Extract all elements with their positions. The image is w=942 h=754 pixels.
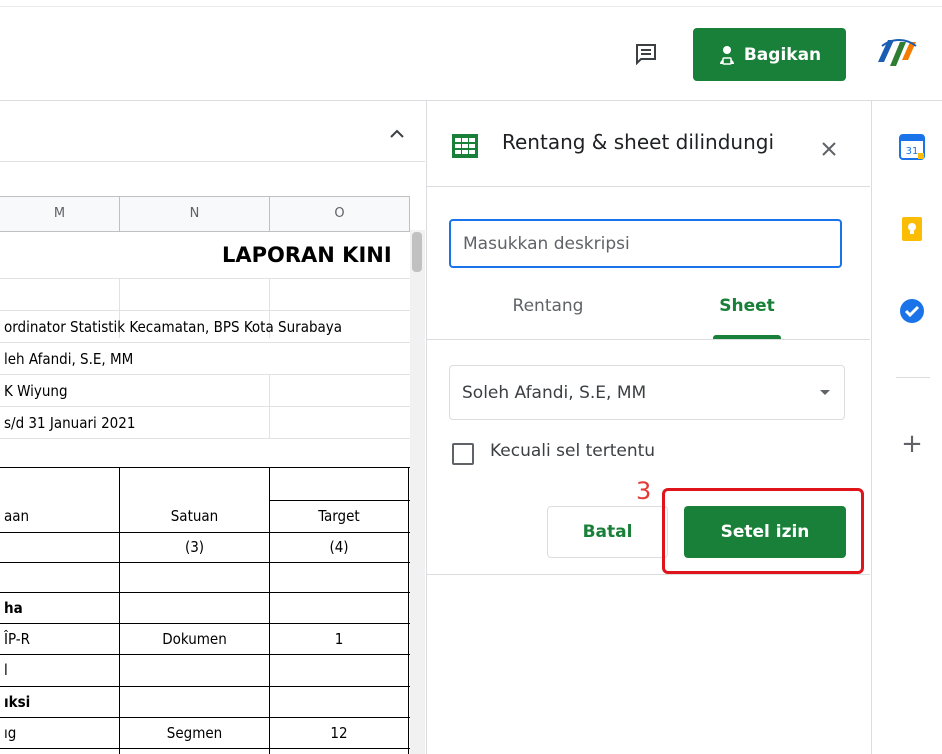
- tab-range[interactable]: Rentang: [468, 296, 628, 340]
- except-cells-checkbox[interactable]: [452, 443, 474, 465]
- description-input[interactable]: [449, 219, 842, 268]
- comment-history-button[interactable]: [630, 38, 662, 70]
- cell-header-unit[interactable]: Satuan: [120, 507, 269, 525]
- tasks-button[interactable]: [899, 298, 925, 324]
- cancel-button[interactable]: Batal: [547, 506, 668, 558]
- tasks-icon: [900, 299, 924, 323]
- cell-coordinator[interactable]: ordinator Statistik Kecamatan, BPS Kota …: [4, 318, 342, 336]
- calendar-button[interactable]: 31: [899, 134, 925, 160]
- rail-divider: [896, 377, 930, 378]
- column-header-o[interactable]: O: [270, 197, 410, 231]
- step-annotation-number: 3: [636, 477, 652, 505]
- cell-header-target[interactable]: Target: [270, 507, 408, 525]
- collapse-toolbar-button[interactable]: [384, 120, 410, 146]
- close-icon: [822, 142, 836, 156]
- bps-logo-icon: [878, 39, 917, 66]
- panel-title: Rentang & sheet dilindungi: [502, 130, 775, 154]
- share-button[interactable]: Bagikan: [693, 28, 846, 81]
- cell-row2-activity[interactable]: l: [4, 661, 8, 679]
- keep-button[interactable]: [899, 216, 925, 242]
- tab-sheet[interactable]: Sheet: [667, 296, 827, 340]
- calendar-icon: 31: [899, 134, 925, 160]
- except-cells-label[interactable]: Kecuali sel tertentu: [490, 441, 655, 461]
- cell-period[interactable]: s/d 31 Januari 2021: [4, 414, 135, 432]
- sheets-table-icon: [451, 133, 479, 159]
- share-label: Bagikan: [743, 44, 822, 65]
- account-avatar[interactable]: [872, 28, 920, 76]
- cell-row1-activity[interactable]: ÎP-R: [4, 630, 30, 648]
- add-addon-button[interactable]: +: [900, 430, 924, 458]
- header-divider: [0, 6, 942, 7]
- annotation-highlight-box: [662, 488, 864, 574]
- keep-icon: [902, 217, 922, 241]
- calendar-day-label: 31: [906, 146, 919, 157]
- selected-sheet-label: Soleh Afandi, S.E, MM: [462, 382, 647, 403]
- chevron-up-icon: [390, 129, 404, 138]
- cell-header-activity[interactable]: aan: [4, 507, 29, 525]
- cell-row3-activity[interactable]: ıg: [4, 724, 16, 742]
- person-lock-icon: [719, 45, 734, 65]
- cell-row1-unit[interactable]: Dokumen: [120, 630, 269, 648]
- cell-index-4[interactable]: (4): [270, 538, 408, 556]
- column-header-n[interactable]: N: [120, 197, 270, 231]
- report-title-cell[interactable]: LAPORAN KINI: [222, 243, 392, 267]
- column-header-row: M N O: [0, 196, 410, 232]
- addons-side-rail: [871, 101, 942, 754]
- scrollbar-thumb[interactable]: [412, 232, 422, 272]
- cell-section-1[interactable]: ha: [4, 599, 23, 617]
- panel-section-divider: [426, 574, 870, 575]
- cell-index-3[interactable]: (3): [120, 538, 269, 556]
- sheet-select-dropdown[interactable]: Soleh Afandi, S.E, MM: [449, 365, 845, 420]
- cell-section-2[interactable]: ıksi: [4, 693, 30, 711]
- cell-row3-unit[interactable]: Segmen: [120, 724, 269, 742]
- cell-name[interactable]: leh Afandi, S.E, MM: [4, 350, 133, 368]
- cell-row1-target[interactable]: 1: [270, 630, 408, 648]
- cell-row3-target[interactable]: 12: [270, 724, 408, 742]
- vertical-scrollbar[interactable]: [410, 230, 425, 754]
- tab-divider: [426, 339, 870, 340]
- close-panel-button[interactable]: [814, 134, 844, 164]
- cell-location[interactable]: K Wiyung: [4, 382, 68, 400]
- dropdown-arrow-icon: [820, 390, 830, 395]
- panel-header-divider: [426, 186, 870, 187]
- comment-icon: [636, 44, 656, 65]
- column-header-m[interactable]: M: [0, 197, 120, 231]
- formula-bar: [0, 101, 425, 162]
- protected-ranges-panel: [426, 101, 871, 754]
